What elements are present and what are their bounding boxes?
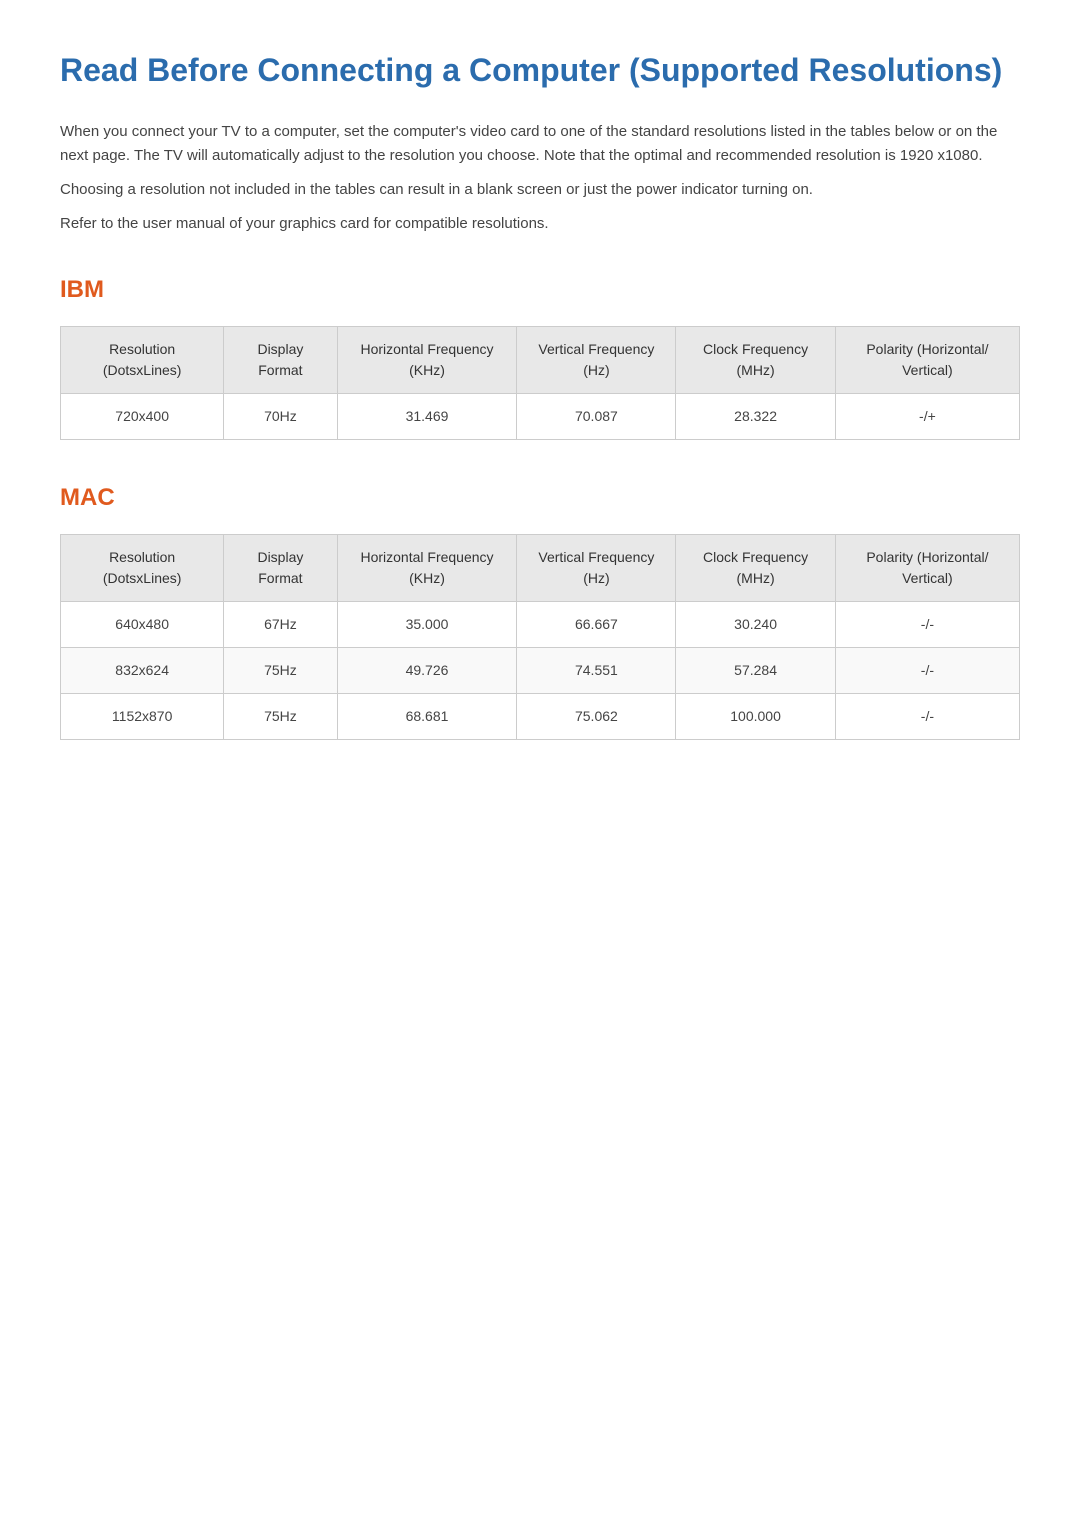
section-ibm: IBM Resolution (DotsxLines) Display Form… [60, 272, 1020, 440]
table-cell: 30.240 [676, 601, 835, 647]
table-cell: 68.681 [337, 693, 517, 739]
table-row: 720x40070Hz31.46970.08728.322-/+ [61, 393, 1020, 439]
ibm-col-polarity: Polarity (Horizontal/ Vertical) [835, 326, 1019, 393]
mac-col-vert-freq: Vertical Frequency (Hz) [517, 534, 676, 601]
table-cell: 640x480 [61, 601, 224, 647]
table-cell: 35.000 [337, 601, 517, 647]
mac-col-display-format: Display Format [224, 534, 337, 601]
ibm-col-resolution: Resolution (DotsxLines) [61, 326, 224, 393]
section-ibm-title: IBM [60, 272, 1020, 308]
table-cell: 70Hz [224, 393, 337, 439]
table-cell: 57.284 [676, 647, 835, 693]
table-cell: 832x624 [61, 647, 224, 693]
table-cell: 74.551 [517, 647, 676, 693]
table-cell: -/- [835, 693, 1019, 739]
mac-table: Resolution (DotsxLines) Display Format H… [60, 534, 1020, 740]
table-row: 640x48067Hz35.00066.66730.240-/- [61, 601, 1020, 647]
table-cell: 1152x870 [61, 693, 224, 739]
mac-col-polarity: Polarity (Horizontal/ Vertical) [835, 534, 1019, 601]
ibm-col-horiz-freq: Horizontal Frequency (KHz) [337, 326, 517, 393]
table-cell: 66.667 [517, 601, 676, 647]
ibm-col-display-format: Display Format [224, 326, 337, 393]
table-cell: 49.726 [337, 647, 517, 693]
table-cell: 100.000 [676, 693, 835, 739]
table-cell: 75.062 [517, 693, 676, 739]
mac-col-clock-freq: Clock Frequency (MHz) [676, 534, 835, 601]
table-cell: 31.469 [337, 393, 517, 439]
table-cell: 75Hz [224, 647, 337, 693]
table-cell: 67Hz [224, 601, 337, 647]
mac-col-horiz-freq: Horizontal Frequency (KHz) [337, 534, 517, 601]
table-cell: -/+ [835, 393, 1019, 439]
table-cell: 75Hz [224, 693, 337, 739]
intro-paragraph-1: When you connect your TV to a computer, … [60, 120, 1020, 168]
intro-section: When you connect your TV to a computer, … [60, 120, 1020, 236]
ibm-col-clock-freq: Clock Frequency (MHz) [676, 326, 835, 393]
table-cell: 70.087 [517, 393, 676, 439]
mac-table-header-row: Resolution (DotsxLines) Display Format H… [61, 534, 1020, 601]
table-cell: 720x400 [61, 393, 224, 439]
mac-col-resolution: Resolution (DotsxLines) [61, 534, 224, 601]
intro-paragraph-3: Refer to the user manual of your graphic… [60, 212, 1020, 236]
table-cell: -/- [835, 601, 1019, 647]
intro-paragraph-2: Choosing a resolution not included in th… [60, 178, 1020, 202]
ibm-table: Resolution (DotsxLines) Display Format H… [60, 326, 1020, 440]
section-mac: MAC Resolution (DotsxLines) Display Form… [60, 480, 1020, 740]
ibm-table-header-row: Resolution (DotsxLines) Display Format H… [61, 326, 1020, 393]
page-title: Read Before Connecting a Computer (Suppo… [60, 50, 1020, 92]
table-row: 1152x87075Hz68.68175.062100.000-/- [61, 693, 1020, 739]
ibm-col-vert-freq: Vertical Frequency (Hz) [517, 326, 676, 393]
table-row: 832x62475Hz49.72674.55157.284-/- [61, 647, 1020, 693]
section-mac-title: MAC [60, 480, 1020, 516]
table-cell: 28.322 [676, 393, 835, 439]
table-cell: -/- [835, 647, 1019, 693]
